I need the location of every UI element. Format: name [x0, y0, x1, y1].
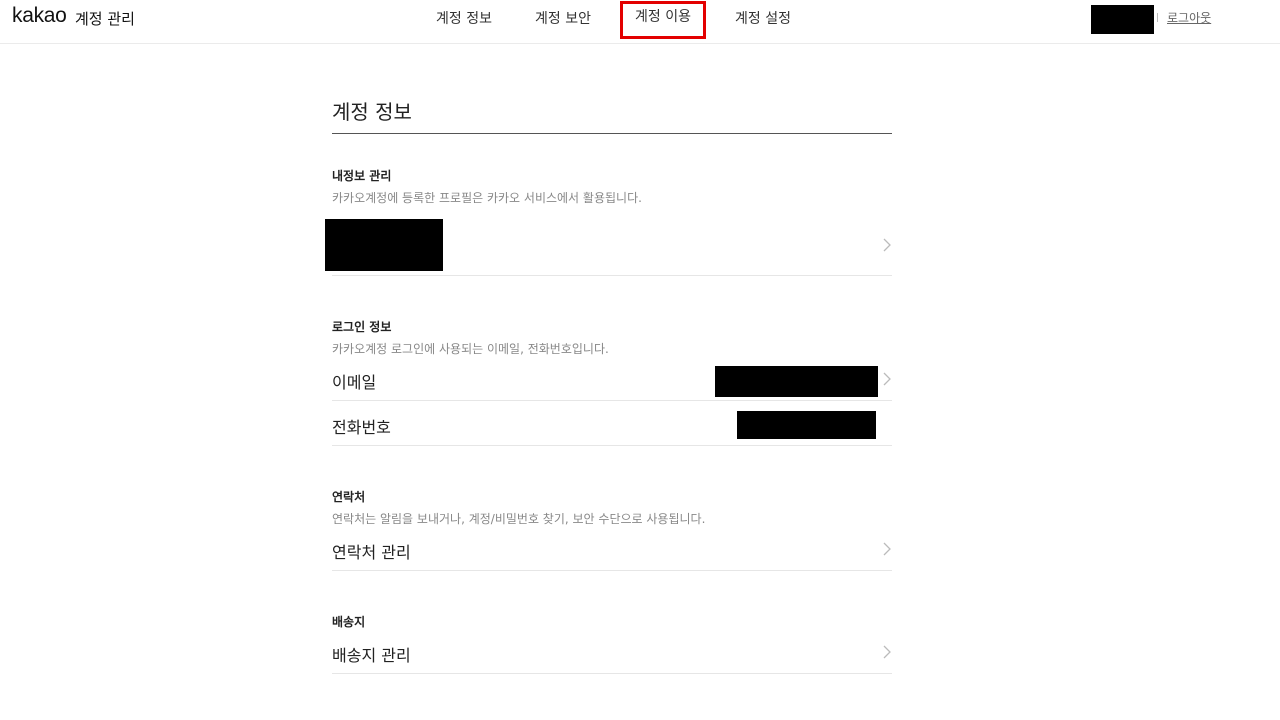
profile-section-title: 내정보 관리: [332, 169, 392, 183]
redacted-profile: [325, 219, 443, 271]
page-title: 계정 정보: [332, 100, 412, 124]
tab-account-info[interactable]: 계정 정보: [436, 8, 492, 28]
header-divider: [1157, 13, 1158, 22]
shipping-manage-label[interactable]: 배송지 관리: [332, 642, 411, 666]
contact-section-desc: 연락처는 알림을 보내거나, 계정/비밀번호 찾기, 보안 수단으로 사용됩니다…: [332, 512, 706, 526]
row-divider: [332, 673, 892, 674]
chevron-right-icon[interactable]: [880, 237, 894, 253]
tab-account-usage[interactable]: 계정 이용: [620, 1, 706, 39]
email-label[interactable]: 이메일: [332, 369, 376, 393]
contact-manage-label[interactable]: 연락처 관리: [332, 539, 411, 563]
redacted-username: [1091, 5, 1154, 34]
contact-section-title: 연락처: [332, 490, 366, 504]
top-header: kakao 계정 관리 계정 정보 계정 보안 계정 이용 계정 설정 로그아웃: [0, 0, 1280, 44]
chevron-right-icon[interactable]: [880, 644, 894, 660]
logout-link[interactable]: 로그아웃: [1167, 9, 1211, 26]
service-title[interactable]: 계정 관리: [75, 8, 135, 29]
redacted-email: [715, 366, 878, 397]
chevron-right-icon[interactable]: [880, 541, 894, 557]
kakao-logo[interactable]: kakao: [12, 4, 67, 28]
chevron-right-icon[interactable]: [880, 371, 894, 387]
row-divider: [332, 400, 892, 401]
row-divider: [332, 570, 892, 571]
profile-section-desc: 카카오계정에 등록한 프로필은 카카오 서비스에서 활용됩니다.: [332, 191, 642, 205]
tab-account-security[interactable]: 계정 보안: [535, 8, 591, 28]
tab-account-settings[interactable]: 계정 설정: [735, 8, 791, 28]
phone-label[interactable]: 전화번호: [332, 414, 391, 438]
shipping-section-title: 배송지: [332, 615, 366, 629]
title-divider: [332, 133, 892, 134]
redacted-phone: [737, 411, 876, 439]
row-divider: [332, 275, 892, 276]
row-divider: [332, 445, 892, 446]
login-section-desc: 카카오계정 로그인에 사용되는 이메일, 전화번호입니다.: [332, 342, 609, 356]
login-section-title: 로그인 정보: [332, 320, 392, 334]
